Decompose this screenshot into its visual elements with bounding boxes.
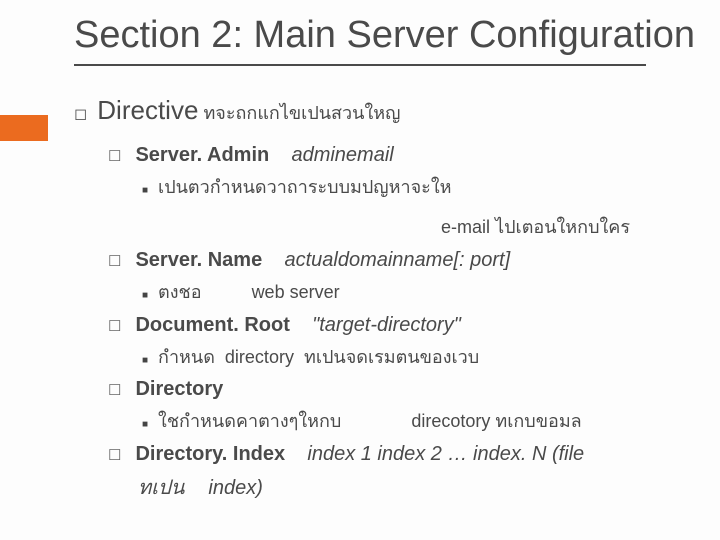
sub-mid: e-mail bbox=[441, 217, 490, 237]
square-bullet-icon: ■ bbox=[142, 287, 148, 304]
item-directory: ☐ Directory bbox=[74, 372, 720, 406]
item-arg: "target-directory" bbox=[312, 314, 461, 336]
sub-mid: web server bbox=[252, 277, 340, 308]
tail-pre: ทเปน bbox=[138, 471, 184, 505]
sub-pre: กำหนด bbox=[158, 342, 215, 373]
square-bullet-icon: ■ bbox=[142, 182, 148, 199]
sub-mid: direcotory bbox=[411, 411, 490, 431]
item-document-root-sub: ■ กำหนด directory ทเปนจดเรมตนของเวบ bbox=[74, 342, 720, 373]
item-name: Server. Admin bbox=[135, 144, 269, 166]
content-area: ◻ Directive ทจะถกแกไขเปนสวนใหญ ☐ Server.… bbox=[0, 66, 720, 505]
item-server-name: ☐ Server. Name actualdomainname[: port] bbox=[74, 243, 720, 277]
sub-mid: directory bbox=[225, 342, 294, 373]
item-name: Document. Root bbox=[135, 314, 289, 336]
sub-pre: เปนตวกำหนดวาถาระบบมปญหาจะให bbox=[158, 172, 451, 203]
sub-pre: ตงชอ bbox=[158, 277, 202, 308]
accent-bar bbox=[0, 115, 48, 141]
item-arg: adminemail bbox=[291, 144, 393, 166]
sub-post: ทเปนจดเรมตนของเวบ bbox=[304, 342, 479, 373]
item-name: Directory. Index bbox=[135, 443, 285, 465]
directive-heading: ◻ Directive ทจะถกแกไขเปนสวนใหญ bbox=[74, 88, 720, 132]
slide-title: Section 2: Main Server Configuration bbox=[0, 0, 720, 58]
tail-post: index) bbox=[208, 471, 262, 505]
checkbox-icon: ☐ bbox=[108, 378, 121, 404]
item-directory-index: ☐ Directory. Index index 1 index 2 … ind… bbox=[74, 437, 720, 471]
sub-post: ทเกบขอมล bbox=[495, 411, 581, 431]
item-server-admin-sub: ■ เปนตวกำหนดวาถาระบบมปญหาจะให e-mail ไปเ… bbox=[74, 172, 720, 243]
directive-note: ทจะถกแกไขเปนสวนใหญ bbox=[203, 103, 400, 123]
checkbox-icon: ☐ bbox=[108, 144, 121, 170]
item-document-root: ☐ Document. Root "target-directory" bbox=[74, 308, 720, 342]
square-bullet-icon: ■ bbox=[142, 416, 148, 433]
checkbox-icon: ☐ bbox=[108, 314, 121, 340]
item-directory-index-tail: ทเปน index) bbox=[74, 471, 720, 505]
item-server-admin: ☐ Server. Admin adminemail bbox=[74, 138, 720, 172]
checkbox-icon: ☐ bbox=[108, 249, 121, 275]
item-name: Server. Name bbox=[135, 249, 262, 271]
item-directory-sub: ■ ใชกำหนดคาตางๆใหกบ direcotory ทเกบขอมล bbox=[74, 406, 720, 437]
sub-post: ไปเตอนใหกบใคร bbox=[495, 217, 630, 237]
item-name: Directory bbox=[135, 372, 223, 406]
hollow-square-icon: ◻ bbox=[74, 101, 87, 128]
checkbox-icon: ☐ bbox=[108, 443, 121, 469]
square-bullet-icon: ■ bbox=[142, 352, 148, 369]
item-server-name-sub: ■ ตงชอ web server bbox=[74, 277, 720, 308]
sub-pre: ใชกำหนดคาตางๆใหกบ bbox=[158, 406, 341, 437]
directive-label: Directive bbox=[97, 95, 198, 125]
item-arg: actualdomainname[: port] bbox=[284, 249, 510, 271]
item-arg: index 1 index 2 … index. N (file bbox=[307, 443, 584, 465]
